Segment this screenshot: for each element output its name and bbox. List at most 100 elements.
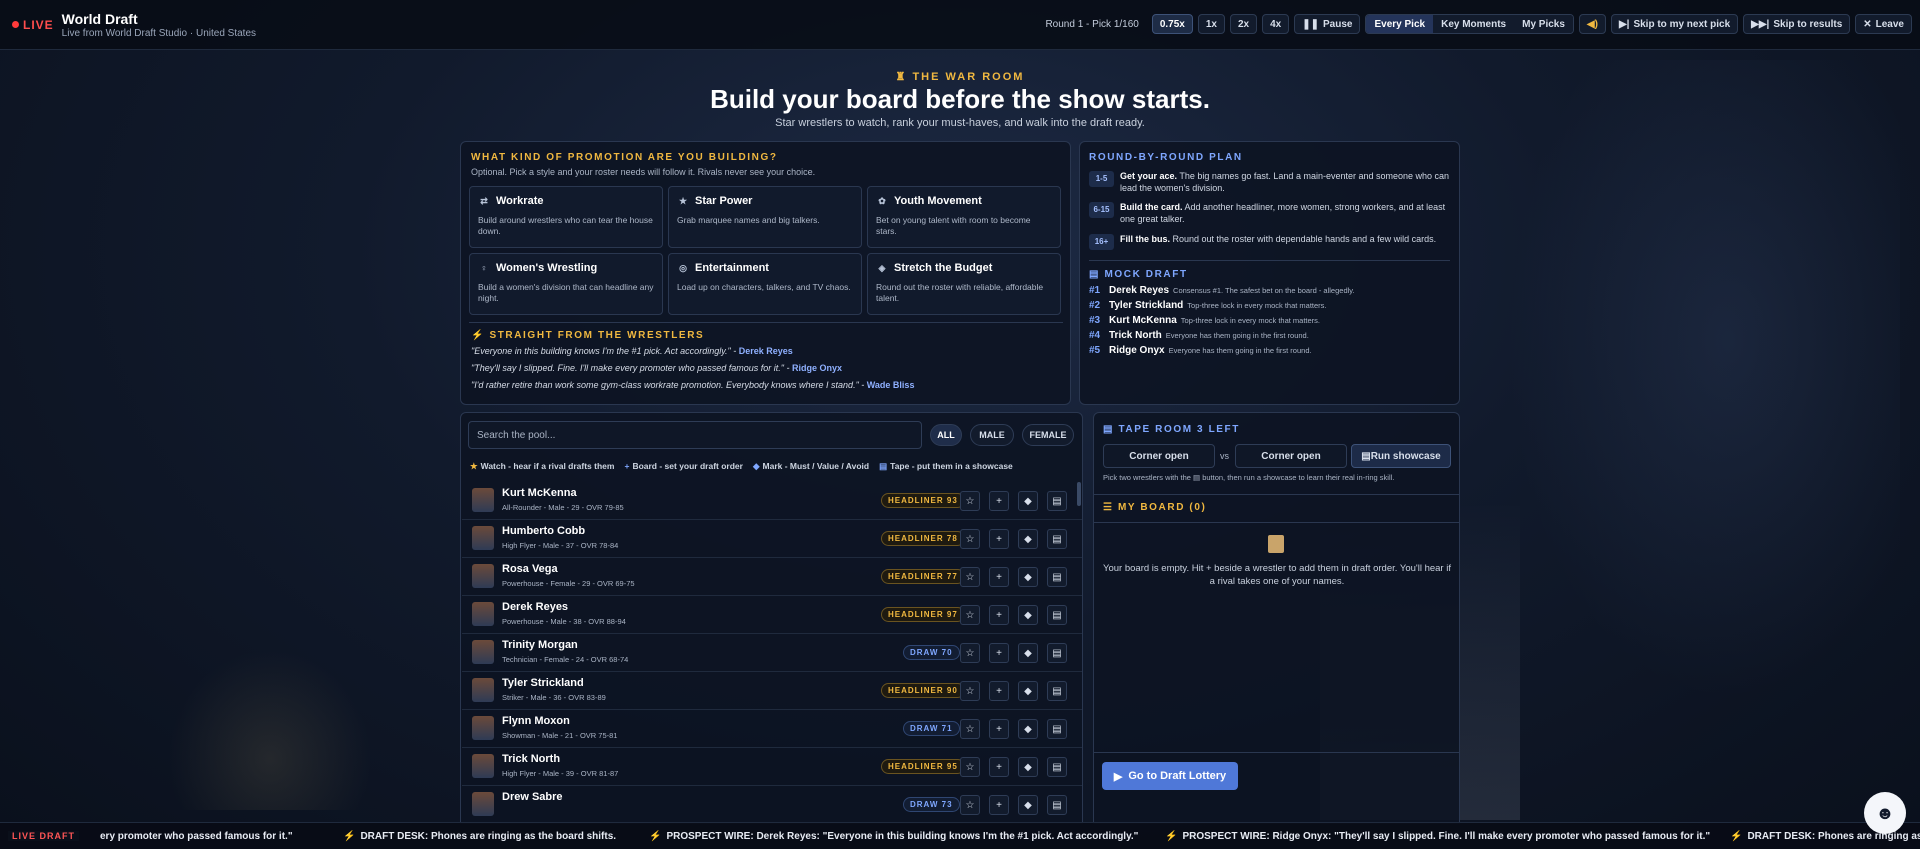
filter-male[interactable]: MALE <box>970 424 1014 446</box>
add-to-board-button[interactable]: + <box>989 757 1009 777</box>
view-key-moments[interactable]: Key Moments <box>1433 15 1515 33</box>
mark-button[interactable]: ◆ <box>1018 605 1038 625</box>
plan-row: 6-15 Build the card. Add another headline… <box>1089 202 1450 225</box>
mark-button[interactable]: ◆ <box>1018 567 1038 587</box>
fast-forward-icon: ▶▶| <box>1751 18 1770 30</box>
mark-button[interactable]: ◆ <box>1018 757 1038 777</box>
mock-desc: Top-three lock in every mock that matter… <box>1187 300 1327 310</box>
watch-star-button[interactable]: ☆ <box>960 529 980 549</box>
wrestler-avatar <box>472 716 494 740</box>
leave-button[interactable]: ✕ Leave <box>1855 14 1912 34</box>
mark-button[interactable]: ◆ <box>1018 491 1038 511</box>
wrestler-name: Drew Sabre <box>502 791 563 803</box>
style-card-workrate[interactable]: ⇄ Workrate Build around wrestlers who can … <box>469 186 663 248</box>
add-to-board-button[interactable]: + <box>989 681 1009 701</box>
tape-button[interactable]: ▤ <box>1047 757 1067 777</box>
tape-button[interactable]: ▤ <box>1047 643 1067 663</box>
watch-star-button[interactable]: ☆ <box>960 719 980 739</box>
tape-button[interactable]: ▤ <box>1047 529 1067 549</box>
mark-button[interactable]: ◆ <box>1018 681 1038 701</box>
tag-icon: ◆ <box>752 461 760 471</box>
watch-star-button[interactable]: ☆ <box>960 491 980 511</box>
style-card-star-power[interactable]: ★ Star Power Grab marquee names and big ta… <box>668 186 862 248</box>
quotes-list: "Everyone in this building knows I'm the… <box>471 339 914 390</box>
add-to-board-button[interactable]: + <box>989 795 1009 815</box>
list-icon: ▤ <box>1089 268 1105 280</box>
speed-1x-button[interactable]: 1x <box>1197 14 1225 34</box>
wrestler-row[interactable]: Drew Sabre DRAW 73 ☆ + ◆ ▤ <box>462 786 1082 822</box>
board-title-text: MY BOARD (0) <box>1117 502 1207 513</box>
wrestler-row[interactable]: Trinity Morgan Technician - Female - 24 -… <box>462 634 1082 672</box>
divider <box>1089 259 1450 261</box>
filter-female[interactable]: FEMALE <box>1022 424 1074 446</box>
ticker-text: DRAFT DESK: Phones are ringing as the bo… <box>360 831 617 842</box>
mark-button[interactable]: ◆ <box>1018 719 1038 739</box>
wrestler-row[interactable]: Humberto Cobb High Flyer - Male - 37 - OV… <box>462 520 1082 558</box>
wrestler-details: Powerhouse - Male - 38 - OVR 88-94 <box>502 617 626 626</box>
star-icon: ★ <box>470 461 478 471</box>
speaker-icon: ◀) <box>1586 18 1598 30</box>
star-icon: ☆ <box>965 761 975 773</box>
add-to-board-button[interactable]: + <box>989 643 1009 663</box>
mark-button[interactable]: ◆ <box>1018 795 1038 815</box>
add-to-board-button[interactable]: + <box>989 719 1009 739</box>
speed-4x-button[interactable]: 4x <box>1262 14 1290 34</box>
wrestler-row[interactable]: Derek Reyes Powerhouse - Male - 38 - OVR … <box>462 596 1082 634</box>
skip-next-pick-button[interactable]: ▶| Skip to my next pick <box>1610 14 1739 34</box>
view-mode-toggle: Every Pick Key Moments My Picks <box>1365 14 1574 34</box>
tape-button[interactable]: ▤ <box>1047 795 1067 815</box>
run-showcase-button[interactable]: ▤ Run showcase <box>1351 444 1451 468</box>
go-to-lottery-button[interactable]: ▶ Go to Draft Lottery <box>1102 762 1238 790</box>
ticker-text: ery promoter who passed famous for it." <box>100 831 293 842</box>
wrestler-name: Derek Reyes <box>502 601 569 613</box>
wrestler-row[interactable]: Rosa Vega Powerhouse - Female - 29 - OVR … <box>462 558 1082 596</box>
profile-fab-button[interactable]: ☻ <box>1864 792 1906 834</box>
pause-button[interactable]: ❚❚ Pause <box>1294 14 1361 34</box>
corner-a-slot[interactable]: Corner open <box>1103 444 1215 468</box>
style-card-entertainment[interactable]: ◎ Entertainment Load up on characters, tal… <box>668 253 862 315</box>
sound-button[interactable]: ◀) <box>1578 14 1606 34</box>
plan-text: Build the card. Add another headliner, m… <box>1120 202 1450 225</box>
tape-button[interactable]: ▤ <box>1047 681 1067 701</box>
tape-button[interactable]: ▤ <box>1047 491 1067 511</box>
watch-star-button[interactable]: ☆ <box>960 681 980 701</box>
wrestler-row[interactable]: Kurt McKenna All-Rounder - Male - 29 - OV… <box>462 482 1082 520</box>
card-title: Entertainment <box>695 262 769 274</box>
skip-results-button[interactable]: ▶▶| Skip to results <box>1743 14 1851 34</box>
view-every-pick[interactable]: Every Pick <box>1366 15 1434 33</box>
promotion-note: Optional. Pick a style and your roster n… <box>471 167 816 177</box>
tier-badge: DRAW 70 <box>903 645 960 660</box>
mark-button[interactable]: ◆ <box>1018 529 1038 549</box>
watch-star-button[interactable]: ☆ <box>960 795 980 815</box>
pool-scrollbar[interactable] <box>1077 482 1081 506</box>
wrestler-name: Flynn Moxon <box>502 715 570 727</box>
wrestler-row[interactable]: Tyler Strickland Striker - Male - 36 - OV… <box>462 672 1082 710</box>
tape-button[interactable]: ▤ <box>1047 605 1067 625</box>
style-card-stretch-budget[interactable]: ◈ Stretch the Budget Round out the roster … <box>867 253 1061 315</box>
wrestler-details: Technician - Female - 24 - OVR 68-74 <box>502 655 629 664</box>
speed-2x-button[interactable]: 2x <box>1230 14 1258 34</box>
view-my-picks[interactable]: My Picks <box>1514 15 1573 33</box>
add-to-board-button[interactable]: + <box>989 529 1009 549</box>
search-input[interactable]: Search the pool... <box>468 421 922 449</box>
style-card-youth-movement[interactable]: ✿ Youth Movement Bet on young talent with … <box>867 186 1061 248</box>
watch-star-button[interactable]: ☆ <box>960 567 980 587</box>
watch-star-button[interactable]: ☆ <box>960 757 980 777</box>
add-to-board-button[interactable]: + <box>989 491 1009 511</box>
add-to-board-button[interactable]: + <box>989 567 1009 587</box>
quote-author: Ridge Onyx <box>791 363 842 373</box>
tape-button[interactable]: ▤ <box>1047 719 1067 739</box>
watch-star-button[interactable]: ☆ <box>960 605 980 625</box>
filter-all[interactable]: ALL <box>930 424 962 446</box>
speed-075-button[interactable]: 0.75x <box>1151 14 1193 34</box>
style-card-womens-wrestling[interactable]: ♀ Women's Wrestling Build a women's divisi… <box>469 253 663 315</box>
mark-button[interactable]: ◆ <box>1018 643 1038 663</box>
ticker-live-label: LIVE DRAFT <box>8 831 79 841</box>
wrestler-row[interactable]: Trick North High Flyer - Male - 39 - OVR … <box>462 748 1082 786</box>
add-to-board-button[interactable]: + <box>989 605 1009 625</box>
corner-b-slot[interactable]: Corner open <box>1235 444 1347 468</box>
watch-star-button[interactable]: ☆ <box>960 643 980 663</box>
wrestler-row[interactable]: Flynn Moxon Showman - Male - 21 - OVR 75-… <box>462 710 1082 748</box>
tape-button[interactable]: ▤ <box>1047 567 1067 587</box>
tape-icon: ▤ <box>1052 609 1062 621</box>
